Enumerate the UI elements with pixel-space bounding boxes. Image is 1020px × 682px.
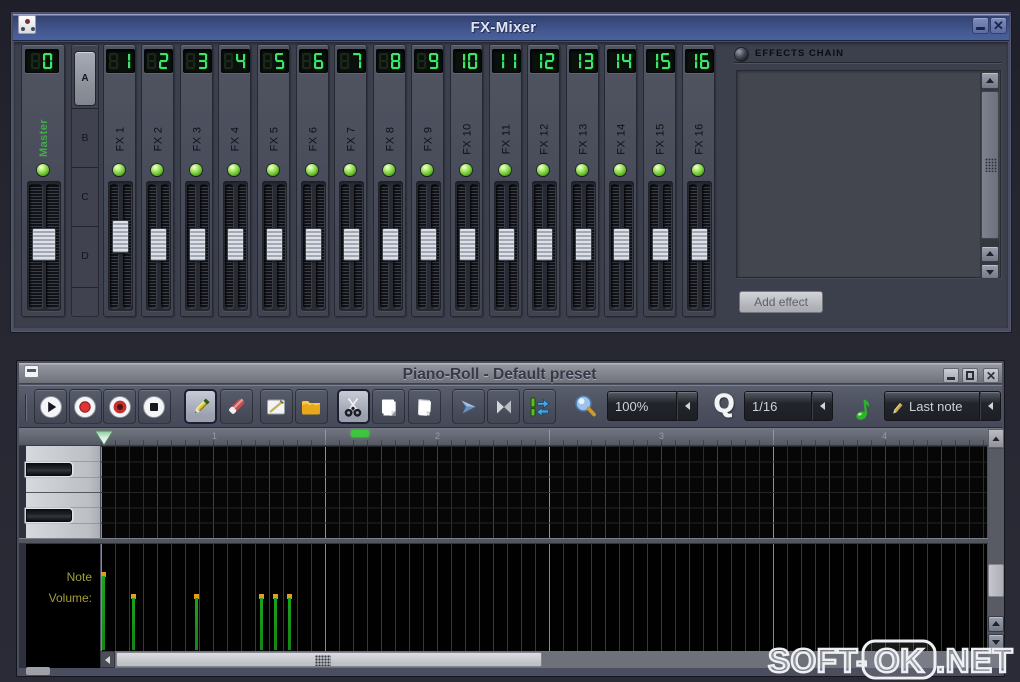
svg-text:SOFT-: SOFT-: [768, 642, 868, 679]
svg-text:.NET: .NET: [936, 642, 1013, 679]
svg-text:OK: OK: [874, 642, 925, 679]
